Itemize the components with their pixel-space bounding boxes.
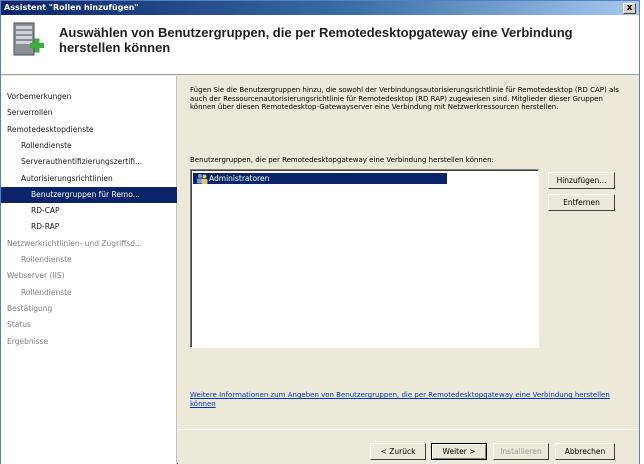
main-content: Fügen Sie die Benutzergruppen hinzu, die… [178,76,639,429]
user-group-icon [197,174,208,184]
title-bar[interactable]: Assistent "Rollen hinzufügen" x [1,1,639,15]
add-button[interactable]: Hinzufügen... [548,172,615,189]
sidebar-item-14[interactable]: Bestätigung [1,301,177,317]
wizard-header: Auswählen von Benutzergruppen, die per R… [1,15,639,75]
sidebar-item-11[interactable]: Rollendienste [1,252,177,268]
sidebar-item-8[interactable]: RD-CAP [1,203,177,219]
list-item[interactable]: Administratoren [193,173,447,184]
next-button[interactable]: Weiter > [431,443,487,460]
footer-divider [178,429,639,430]
sidebar-item-5[interactable]: Serverauthentifizierungszertifi... [1,154,177,170]
server-role-add-icon [13,22,44,56]
sidebar-item-15[interactable]: Status [1,317,177,333]
sidebar-item-6[interactable]: Autorisierungsrichtlinien [1,171,177,187]
intro-text: Fügen Sie die Benutzergruppen hinzu, die… [190,86,619,111]
user-groups-listbox[interactable]: Administratoren [190,169,539,348]
sidebar-item-4[interactable]: Rollendienste [1,138,177,154]
sidebar-item-9[interactable]: RD-RAP [1,219,177,235]
add-roles-wizard-window: Assistent "Rollen hinzufügen" x Auswähle… [0,0,640,464]
help-link[interactable]: Weitere Informationen zum Angeben von Be… [190,391,630,408]
remove-button[interactable]: Entfernen [548,194,615,211]
sidebar-item-13[interactable]: Rollendienste [1,285,177,301]
window-title: Assistent "Rollen hinzufügen" [4,3,139,12]
close-button[interactable]: x [623,3,636,14]
sidebar-item-2[interactable]: Serverrollen [1,105,177,121]
sidebar-item-16[interactable]: Ergebnisse [1,334,177,350]
user-groups-label: Benutzergruppen, die per Remotedesktopga… [190,156,494,164]
install-button[interactable]: Installieren [493,443,549,460]
sidebar-item-12[interactable]: Webserver (IIS) [1,268,177,284]
page-title: Auswählen von Benutzergruppen, die per R… [59,25,573,55]
back-button[interactable]: < Zurück [370,443,426,460]
cancel-button[interactable]: Abbrechen [555,443,615,460]
sidebar-item-3[interactable]: Remotedesktopdienste [1,122,177,138]
sidebar-item-7[interactable]: Benutzergruppen für Remo... [1,186,177,203]
wizard-footer: < Zurück Weiter > Installieren Abbrechen [178,431,639,464]
sidebar-item-1[interactable]: Vorbemerkungen [1,89,177,105]
group-name: Administratoren [209,174,270,183]
sidebar-item-10[interactable]: Netzwerkrichtlinien- und Zugriffsd... [1,236,177,252]
wizard-step-navigation: Vorbemerkungen Serverrollen Remotedesktopd… [1,76,177,464]
